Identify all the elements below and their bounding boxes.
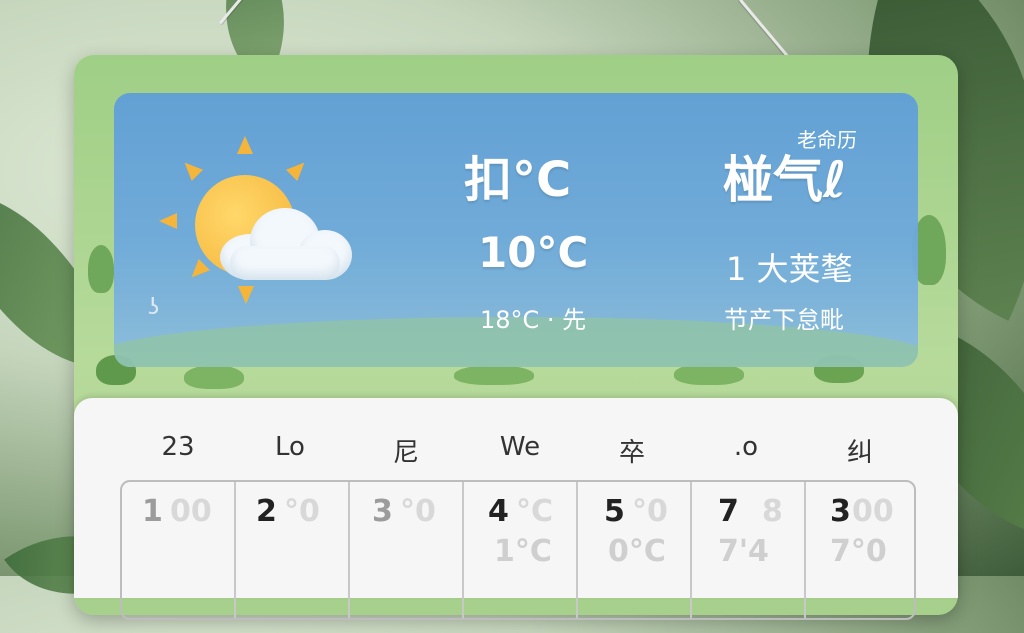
- tree-decoration: [88, 245, 114, 293]
- sun-ray: [159, 213, 177, 229]
- day-ghost: 00: [852, 494, 894, 529]
- sun-ray: [237, 136, 253, 154]
- day-subtext: 7°0: [830, 534, 887, 569]
- hook-icon: ʖ: [148, 295, 160, 320]
- wind-info: 1 大荚㲠: [726, 250, 853, 288]
- sun-ray: [238, 286, 254, 304]
- temperature-low: 10°C: [478, 228, 589, 277]
- day-subtext: 7'4: [718, 534, 769, 569]
- weekday-label: 纠: [846, 438, 873, 468]
- weekday-label: .o: [733, 432, 759, 462]
- weekday-label: 23: [161, 432, 195, 462]
- forecast-note: 节产下怠毗: [724, 306, 844, 334]
- calendar-sheet: 23 Lo 尼 We 卒 .o 纠 1 00 2 °0 3 °0 4 °C 1°…: [74, 398, 958, 620]
- current-temperature: 扣°C: [464, 152, 572, 208]
- weather-title: 椪气ℓ: [723, 151, 847, 209]
- day-subtext: 1°C: [494, 534, 552, 569]
- weekday-label: We: [499, 432, 541, 462]
- weekday-label: 尼: [392, 438, 419, 468]
- day-ghost: °C: [516, 494, 554, 529]
- cloud-icon: [210, 200, 352, 280]
- weekday-label: 卒: [618, 438, 645, 468]
- calendar-grid: 1 00 2 °0 3 °0 4 °C 1°C 5 °0 0°C 7 8 7'4…: [120, 480, 916, 620]
- day-ghost: °0: [400, 494, 436, 529]
- day-ghost: °0: [632, 494, 668, 529]
- weekday-label: Lo: [275, 432, 305, 462]
- day-subtext: 0°C: [608, 534, 666, 569]
- day-ghost: °0: [284, 494, 320, 529]
- bush-decoration: [184, 365, 244, 389]
- bush-decoration: [454, 365, 534, 385]
- day-ghost: 00: [170, 494, 212, 529]
- temperature-detail: 18°C · 先: [480, 306, 587, 334]
